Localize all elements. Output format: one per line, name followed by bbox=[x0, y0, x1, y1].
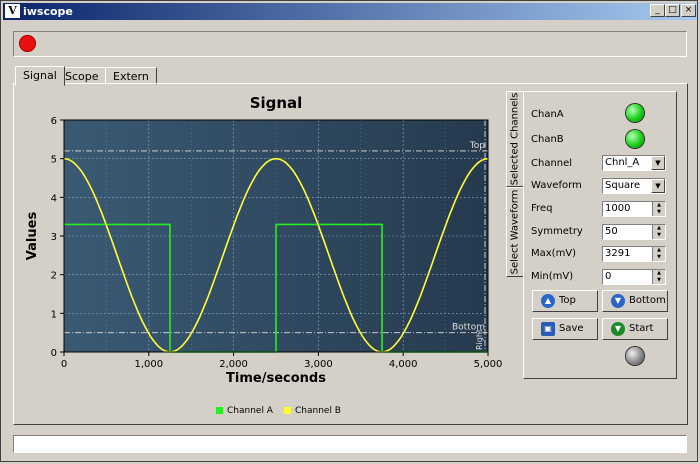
tab-select-waveform[interactable]: Select Waveform bbox=[506, 187, 524, 277]
bottom-button-label: Bottom bbox=[629, 295, 666, 306]
floppy-disk-icon: ▣ bbox=[541, 322, 555, 336]
top-button[interactable]: ▲ Top bbox=[532, 290, 598, 312]
x-tick-label: 3,000 bbox=[304, 359, 333, 370]
app-window: V iwscope _ □ × Signal Scope Extern Sign… bbox=[0, 0, 698, 462]
maximize-button[interactable]: □ bbox=[665, 4, 680, 17]
legend-label-a: Channel A bbox=[227, 406, 273, 416]
min-value: 0 bbox=[605, 271, 612, 282]
status-bar bbox=[13, 435, 687, 453]
y-tick-label: 5 bbox=[51, 155, 57, 166]
bottom-button[interactable]: ▼ Bottom bbox=[602, 290, 668, 312]
legend-item-channel-b: Channel B bbox=[284, 406, 341, 416]
arrow-up-icon: ▲ bbox=[541, 294, 555, 308]
start-icon: ▼ bbox=[611, 322, 625, 336]
minimize-button[interactable]: _ bbox=[650, 4, 665, 17]
legend-swatch-a bbox=[216, 407, 223, 414]
chevron-down-icon[interactable]: ▼ bbox=[651, 179, 665, 193]
chan-a-led-icon[interactable] bbox=[626, 104, 644, 122]
spin-down-icon[interactable]: ▼ bbox=[652, 209, 665, 216]
spin-up-icon[interactable]: ▲ bbox=[652, 270, 665, 277]
start-button-label: Start bbox=[629, 323, 654, 334]
close-button[interactable]: × bbox=[681, 4, 696, 17]
start-button[interactable]: ▼ Start bbox=[602, 318, 668, 340]
freq-label: Freq bbox=[531, 203, 553, 214]
y-tick-label: 1 bbox=[51, 309, 57, 320]
tab-selected-channels-label: Selected Channels bbox=[509, 92, 521, 186]
record-icon[interactable] bbox=[19, 35, 36, 52]
x-tick-label: 1,000 bbox=[134, 359, 163, 370]
x-tick-label: 0 bbox=[61, 359, 67, 370]
y-tick-label: 6 bbox=[51, 116, 57, 127]
max-spinbox[interactable]: 3291 ▲ ▼ bbox=[602, 246, 666, 262]
symmetry-value: 50 bbox=[605, 226, 618, 237]
spin-down-icon[interactable]: ▼ bbox=[652, 232, 665, 239]
channel-select[interactable]: Chnl_A ▼ bbox=[602, 155, 666, 171]
top-button-label: Top bbox=[559, 295, 576, 306]
chevron-down-icon[interactable]: ▼ bbox=[651, 156, 665, 170]
symmetry-label: Symmetry bbox=[531, 226, 583, 237]
y-tick-label: 2 bbox=[51, 271, 57, 282]
save-button-label: Save bbox=[559, 323, 584, 334]
x-tick-label: 5,000 bbox=[474, 359, 503, 370]
control-panel: ChanA ChanB Channel Chnl_A ▼ Waveform Squ… bbox=[523, 91, 677, 379]
window-title: iwscope bbox=[23, 5, 73, 18]
min-label: Min(mV) bbox=[531, 271, 574, 282]
max-value: 3291 bbox=[605, 248, 631, 259]
spin-down-icon[interactable]: ▼ bbox=[652, 254, 665, 261]
y-tick-label: 4 bbox=[51, 193, 57, 204]
waveform-label: Waveform bbox=[531, 180, 582, 191]
x-tick-label: 4,000 bbox=[389, 359, 418, 370]
waveform-select[interactable]: Square ▼ bbox=[602, 178, 666, 194]
tab-signal[interactable]: Signal bbox=[15, 66, 65, 86]
x-axis-label: Time/seconds bbox=[226, 371, 326, 386]
save-button[interactable]: ▣ Save bbox=[532, 318, 598, 340]
chan-b-led-icon[interactable] bbox=[626, 130, 644, 148]
legend-label-b: Channel B bbox=[295, 406, 341, 416]
channel-label: Channel bbox=[531, 158, 573, 169]
freq-spinbox[interactable]: 1000 ▲ ▼ bbox=[602, 201, 666, 217]
spin-down-icon[interactable]: ▼ bbox=[652, 277, 665, 284]
y-axis-label: Values bbox=[25, 212, 40, 261]
waveform-value: Square bbox=[605, 180, 641, 191]
max-label: Max(mV) bbox=[531, 248, 577, 259]
marker-label: Top bbox=[469, 141, 485, 151]
chan-a-label: ChanA bbox=[531, 109, 564, 120]
legend-swatch-b bbox=[284, 407, 291, 414]
spin-up-icon[interactable]: ▲ bbox=[652, 247, 665, 254]
chan-b-label: ChanB bbox=[531, 134, 564, 145]
status-led-icon bbox=[626, 347, 644, 365]
legend-item-channel-a: Channel A bbox=[216, 406, 273, 416]
x-tick-label: 2,000 bbox=[219, 359, 248, 370]
spin-up-icon[interactable]: ▲ bbox=[652, 225, 665, 232]
arrow-down-icon: ▼ bbox=[611, 294, 625, 308]
app-logo-icon: V bbox=[5, 4, 20, 18]
signal-chart: Signal 0 1,000 2,000 3,000 4,000 5,000 0 1 2 3 4 5 6 T… bbox=[25, 94, 503, 386]
freq-value: 1000 bbox=[605, 203, 631, 214]
symmetry-spinbox[interactable]: 50 ▲ ▼ bbox=[602, 224, 666, 240]
min-spinbox[interactable]: 0 ▲ ▼ bbox=[602, 269, 666, 285]
tab-select-waveform-label: Select Waveform bbox=[509, 189, 521, 275]
channel-value: Chnl_A bbox=[605, 157, 640, 168]
right-marker-label: Right bbox=[475, 329, 484, 350]
tab-selected-channels[interactable]: Selected Channels bbox=[506, 91, 524, 187]
chart-title: Signal bbox=[250, 94, 303, 112]
toolbar bbox=[13, 31, 687, 57]
y-tick-label: 3 bbox=[51, 232, 57, 243]
y-tick-label: 0 bbox=[51, 348, 57, 359]
spin-up-icon[interactable]: ▲ bbox=[652, 202, 665, 209]
title-bar[interactable]: V iwscope _ □ × bbox=[3, 3, 697, 20]
